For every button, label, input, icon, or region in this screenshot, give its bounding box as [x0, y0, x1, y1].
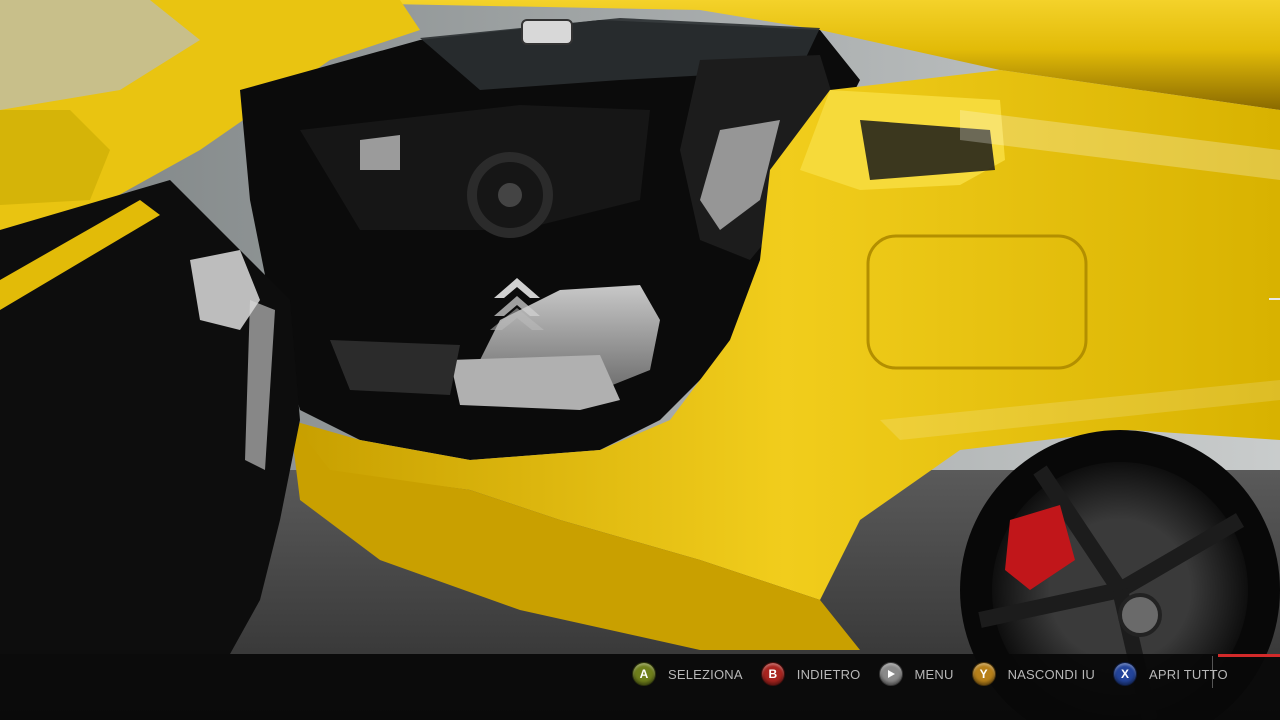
b-button-icon: B [760, 662, 785, 686]
play-triangle-icon [887, 670, 895, 678]
prompt-hide-ui[interactable]: Y NASCONDI IU [971, 662, 1096, 686]
car-viewer-scene [0, 0, 1280, 720]
prompt-back[interactable]: B INDIETRO [760, 662, 861, 686]
prompt-hide-ui-label: NASCONDI IU [1007, 666, 1096, 682]
prompt-back-label: INDIETRO [796, 666, 861, 682]
button-prompt-bar: A SELEZIONA B INDIETRO MENU Y NASCONDI I… [632, 662, 1246, 686]
prompt-select-label: SELEZIONA [668, 666, 743, 682]
prompt-open-all[interactable]: X APRI TUTTO [1113, 662, 1228, 686]
hud-accent-line [1218, 654, 1280, 657]
double-chevron-up-icon[interactable] [484, 268, 550, 334]
start-button-icon [878, 662, 903, 686]
a-button-icon: A [632, 662, 656, 686]
prompt-open-all-label: APRI TUTTO [1149, 666, 1228, 682]
edge-indicator [1269, 298, 1280, 300]
prompt-menu[interactable]: MENU [878, 662, 954, 686]
y-button-icon: Y [971, 662, 996, 686]
prompt-menu-label: MENU [914, 666, 954, 682]
car-render [0, 0, 1280, 720]
x-button-icon: X [1113, 662, 1138, 686]
prompt-select[interactable]: A SELEZIONA [632, 662, 743, 686]
